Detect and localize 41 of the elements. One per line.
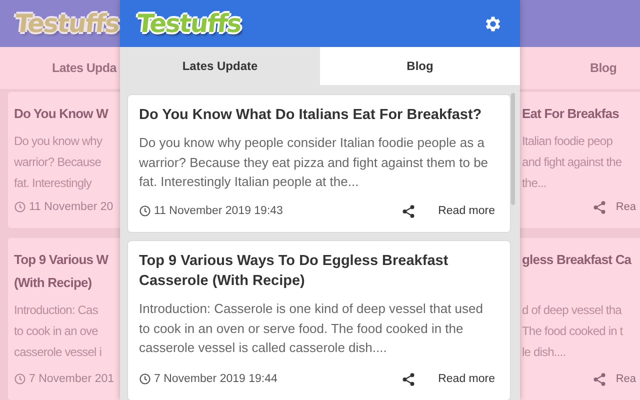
post-date: 7 November 2019 19:44 <box>154 373 278 385</box>
clock-icon <box>14 373 26 385</box>
post-excerpt: Italian foodie peop <box>522 133 612 150</box>
tab[interactable]: Blog <box>590 61 617 75</box>
post-excerpt: fat. Interestingly <box>14 175 92 192</box>
post-excerpt: and fight against the <box>522 154 622 171</box>
clock-icon <box>139 205 151 217</box>
read-more-button[interactable]: Read more <box>434 371 499 387</box>
post-title[interactable]: (With Recipe) <box>14 271 92 294</box>
read-more-button[interactable]: Rea <box>616 373 636 385</box>
share-icon[interactable] <box>401 204 416 218</box>
post-title[interactable]: Do You Know W <box>14 102 108 125</box>
post-excerpt: d of deep vessel tha <box>522 302 622 319</box>
post-excerpt: Introduction: Cas <box>14 302 98 319</box>
logo: Testuffs <box>13 9 120 38</box>
post-date: 11 November 2019 19:43 <box>154 205 283 217</box>
tab[interactable]: Blog <box>320 47 520 85</box>
post-excerpt: to cook in an ove <box>14 323 98 340</box>
read-more-button[interactable]: Read more <box>434 203 499 219</box>
post-excerpt: casserole vessel i <box>14 344 102 361</box>
post-date: 11 November 20 <box>29 201 114 213</box>
post-title[interactable]: Eat For Breakfas <box>522 102 619 125</box>
share-icon[interactable] <box>401 372 416 386</box>
post-title[interactable]: Top 9 Various Ways To Do Eggless Breakfast Casserole (With Recipe) <box>139 251 499 291</box>
post-excerpt: The food cooked in t <box>522 323 623 340</box>
post-date: 7 November 201 <box>29 373 114 385</box>
clock-icon <box>139 373 151 385</box>
post-excerpt: Introduction: Casserole is one kind of deep vessel that used to cook in an oven or serve food. The food cooked in the casserole vessel is called casserole dish.... <box>139 300 484 357</box>
tab[interactable]: Lates Upda <box>52 61 116 75</box>
post-excerpt: warrior? Because <box>14 154 101 171</box>
post-title[interactable]: Top 9 Various W <box>14 248 108 271</box>
post-excerpt: Do you know why people consider Italian foodie people as a warrior? Because they eat pizza and fight against them to be fat. Interestingly Italian people at the... <box>139 134 490 191</box>
clock-icon <box>14 201 26 213</box>
post-title[interactable]: gless Breakfast Ca <box>522 248 632 271</box>
logo: Testuffs <box>135 9 242 38</box>
post-excerpt: le dish.... <box>522 344 566 361</box>
post-title[interactable]: Do You Know What Do Italians Eat For Breakfast? <box>139 105 499 125</box>
post-excerpt: Do you know why <box>14 133 102 150</box>
scrollbar[interactable] <box>511 93 515 205</box>
read-more-button[interactable]: Rea <box>616 201 636 213</box>
post-excerpt: the... <box>522 175 546 192</box>
